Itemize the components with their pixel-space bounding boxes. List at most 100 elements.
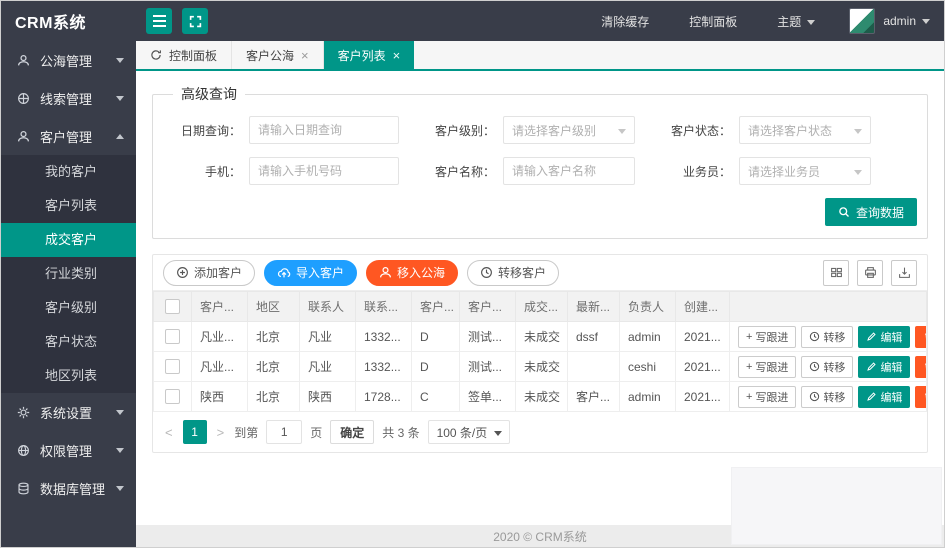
sidebar: 公海管理 线索管理 客户管理 我的客户 客户列表 成交客户 行业类别 客户级别 … (1, 41, 136, 547)
columns-filter-button[interactable] (823, 260, 849, 286)
transfer-button[interactable]: 转移 (801, 356, 853, 378)
clock-icon (809, 361, 820, 372)
table-toolbar: 添加客户 导入客户 移入公海 转移客户 (153, 255, 927, 291)
plus-icon: + (746, 361, 752, 373)
pencil-icon (866, 391, 877, 402)
move-to-public-sea-button[interactable]: 移入公海 (366, 260, 458, 286)
export-icon (898, 266, 911, 279)
collapse-sidebar-button[interactable] (146, 8, 172, 34)
date-query-label: 日期查询： (165, 122, 249, 139)
query-legend: 高级查询 (173, 84, 245, 104)
user-dropdown[interactable]: admin (883, 14, 930, 28)
control-panel-link[interactable]: 控制面板 (669, 13, 757, 30)
col-created: 创建... (676, 292, 730, 322)
sidebar-item-region-list[interactable]: 地区列表 (1, 359, 136, 393)
sidebar-item-database[interactable]: 数据库管理 (1, 469, 136, 507)
transfer-button[interactable]: 转移 (801, 326, 853, 348)
user-icon (379, 266, 392, 279)
sidebar-item-public-sea[interactable]: 公海管理 (1, 41, 136, 79)
chevron-down-icon (116, 410, 124, 415)
clock-icon (809, 391, 820, 402)
select-all-checkbox[interactable] (165, 299, 180, 314)
theme-dropdown[interactable]: 主题 (757, 13, 835, 30)
sidebar-item-my-customers[interactable]: 我的客户 (1, 155, 136, 189)
columns-icon (830, 266, 843, 279)
copyright-text: 2020 © CRM系统 (493, 528, 587, 545)
tab-control-panel[interactable]: 控制面板 (136, 41, 232, 69)
sidebar-item-leads[interactable]: 线索管理 (1, 79, 136, 117)
close-icon[interactable]: × (301, 48, 309, 63)
phone-input[interactable] (249, 157, 399, 185)
hamburger-icon (153, 15, 166, 27)
chevron-up-icon (116, 134, 124, 139)
sidebar-item-customer-level[interactable]: 客户级别 (1, 291, 136, 325)
pencil-icon (866, 361, 877, 372)
customer-table-card: 添加客户 导入客户 移入公海 转移客户 (152, 254, 928, 453)
transfer-button[interactable]: 转移 (801, 386, 853, 408)
edit-button[interactable]: 编辑 (858, 386, 910, 408)
chevron-down-icon (116, 58, 124, 63)
chevron-down-icon (116, 96, 124, 101)
date-query-input[interactable] (249, 116, 399, 144)
sidebar-item-permissions[interactable]: 权限管理 (1, 431, 136, 469)
export-button[interactable] (891, 260, 917, 286)
top-bar: CRM系统 清除缓存 控制面板 主题 admin (1, 1, 944, 41)
plus-icon: + (746, 391, 752, 403)
phone-label: 手机： (165, 163, 249, 180)
delete-button[interactable]: 删除 (915, 386, 926, 408)
printer-icon (864, 266, 877, 279)
avatar[interactable] (849, 8, 875, 34)
follow-up-button[interactable]: +写跟进 (738, 386, 796, 408)
goto-page-input[interactable] (266, 420, 302, 444)
follow-up-button[interactable]: +写跟进 (738, 356, 796, 378)
follow-up-button[interactable]: +写跟进 (738, 326, 796, 348)
add-customer-button[interactable]: 添加客户 (163, 260, 255, 286)
page-size-select[interactable]: 100 条/页 (428, 420, 511, 444)
row-checkbox[interactable] (165, 359, 180, 374)
chevron-down-icon (854, 170, 862, 175)
delete-button[interactable]: 删除 (915, 326, 926, 348)
globe-icon (17, 92, 32, 105)
edit-button[interactable]: 编辑 (858, 356, 910, 378)
clock-icon (480, 266, 493, 279)
chevron-down-icon (116, 448, 124, 453)
sidebar-item-customers[interactable]: 客户管理 (1, 117, 136, 155)
current-page-button[interactable]: 1 (183, 420, 207, 444)
bottom-right-overlay-panel (731, 467, 942, 545)
clear-cache-link[interactable]: 清除缓存 (581, 13, 669, 30)
sidebar-item-customer-status[interactable]: 客户状态 (1, 325, 136, 359)
customer-submenu: 我的客户 客户列表 成交客户 行业类别 客户级别 客户状态 地区列表 (1, 155, 136, 393)
fullscreen-button[interactable] (182, 8, 208, 34)
customer-level-select[interactable]: 请选择客户级别 (503, 116, 635, 144)
delete-button[interactable]: 删除 (915, 356, 926, 378)
tab-customer-list[interactable]: 客户列表 × (324, 41, 415, 69)
goto-confirm-button[interactable]: 确定 (330, 420, 374, 444)
pagination: < 1 > 到第 页 确定 共 3 条 100 条/页 (153, 412, 927, 452)
row-checkbox[interactable] (165, 389, 180, 404)
close-icon[interactable]: × (393, 48, 401, 63)
tab-customer-sea[interactable]: 客户公海 × (232, 41, 324, 69)
table-row: 凡业... 北京 凡业 1332... D 测试... 未成交 dssf adm… (154, 322, 927, 352)
topbar-right: 清除缓存 控制面板 主题 admin (581, 8, 944, 34)
sidebar-item-customer-list[interactable]: 客户列表 (1, 189, 136, 223)
transfer-customer-button[interactable]: 转移客户 (467, 260, 559, 286)
pencil-icon (866, 331, 877, 342)
table-row: 陕西 北京 陕西 1728... C 签单... 未成交 客户... admin… (154, 382, 927, 412)
next-page-button[interactable]: > (215, 425, 227, 440)
sidebar-item-industry-category[interactable]: 行业类别 (1, 257, 136, 291)
chevron-down-icon (494, 431, 502, 436)
row-checkbox[interactable] (165, 329, 180, 344)
customer-status-select[interactable]: 请选择客户状态 (739, 116, 871, 144)
search-data-button[interactable]: 查询数据 (825, 198, 917, 226)
print-button[interactable] (857, 260, 883, 286)
col-region: 地区 (248, 292, 300, 322)
toolbar-right-icons (823, 260, 917, 286)
import-customer-button[interactable]: 导入客户 (264, 260, 357, 286)
sidebar-item-system-settings[interactable]: 系统设置 (1, 393, 136, 431)
edit-button[interactable]: 编辑 (858, 326, 910, 348)
plus-circle-icon (176, 266, 189, 279)
customer-name-input[interactable] (503, 157, 635, 185)
prev-page-button[interactable]: < (163, 425, 175, 440)
sidebar-item-closed-customers[interactable]: 成交客户 (1, 223, 136, 257)
salesman-select[interactable]: 请选择业务员 (739, 157, 871, 185)
